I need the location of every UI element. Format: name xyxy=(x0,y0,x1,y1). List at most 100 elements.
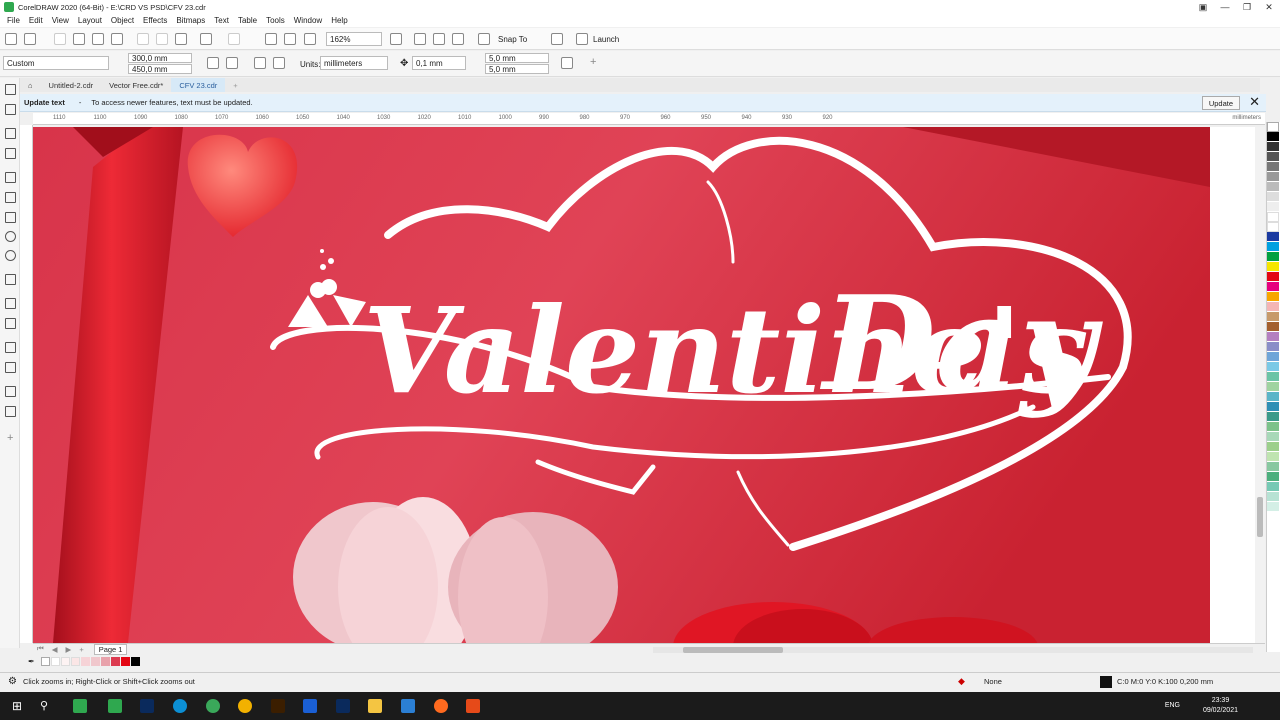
text-tool-icon[interactable] xyxy=(5,274,16,285)
fill-status[interactable]: None xyxy=(984,677,1002,686)
tab-vector-free[interactable]: Vector Free.cdr* xyxy=(101,78,171,92)
print-icon[interactable] xyxy=(111,33,123,45)
cut-icon[interactable] xyxy=(137,33,149,45)
import-icon[interactable] xyxy=(265,33,277,45)
color-palette[interactable] xyxy=(1266,122,1280,652)
menu-help[interactable]: Help xyxy=(331,16,347,25)
ellipse-tool-icon[interactable] xyxy=(5,231,16,242)
app4-icon[interactable] xyxy=(466,699,480,713)
show-rulers-icon[interactable] xyxy=(414,33,426,45)
menu-object[interactable]: Object xyxy=(111,16,134,25)
photoshop2-icon[interactable] xyxy=(336,699,350,713)
snap-icon[interactable] xyxy=(478,33,490,45)
full-screen-icon[interactable] xyxy=(390,33,402,45)
redo-icon[interactable] xyxy=(228,33,240,45)
horizontal-ruler[interactable]: 1110 1100 1090 1080 1070 1060 1050 1040 1030 1020… xyxy=(33,113,1265,125)
save-icon[interactable] xyxy=(54,33,66,45)
color-eyedropper-icon[interactable] xyxy=(5,386,16,397)
portrait-icon[interactable] xyxy=(207,57,219,69)
minimize-button[interactable]: — xyxy=(1214,0,1236,14)
menu-bitmaps[interactable]: Bitmaps xyxy=(176,16,205,25)
all-pages-icon[interactable] xyxy=(254,57,266,69)
home-tab-icon[interactable]: ⌂ xyxy=(20,78,41,92)
chrome-icon[interactable] xyxy=(238,699,252,713)
units-select[interactable]: millimeters xyxy=(320,56,388,70)
add-page-icon[interactable]: + xyxy=(79,645,83,654)
menu-file[interactable]: File xyxy=(7,16,20,25)
duplicate-x-field[interactable]: 5,0 mm xyxy=(485,53,549,63)
menu-edit[interactable]: Edit xyxy=(29,16,43,25)
clock-date[interactable]: 09/02/2021 xyxy=(1203,706,1238,716)
vertical-ruler[interactable] xyxy=(20,125,33,643)
illustrator-icon[interactable] xyxy=(271,699,285,713)
no-color-swatch[interactable] xyxy=(1267,122,1279,132)
corel-app-icon[interactable] xyxy=(108,699,122,713)
publish-pdf-icon[interactable] xyxy=(304,33,316,45)
show-guidelines-icon[interactable] xyxy=(452,33,464,45)
menu-effects[interactable]: Effects xyxy=(143,16,167,25)
page-preset-select[interactable]: Custom xyxy=(3,56,109,70)
update-button[interactable]: Update xyxy=(1201,96,1240,110)
outline-color-swatch[interactable] xyxy=(1100,676,1112,688)
pick-tool-icon[interactable] xyxy=(5,84,16,95)
prev-page-icon[interactable]: ◀ xyxy=(52,645,58,654)
eyedropper-icon[interactable]: ✒ xyxy=(28,657,35,666)
clock-time[interactable]: 23:39 xyxy=(1203,696,1238,706)
restore-button[interactable]: ❐ xyxy=(1236,0,1258,14)
help-icon[interactable]: ▣ xyxy=(1192,0,1214,14)
parallel-dimension-icon[interactable] xyxy=(5,298,16,309)
coreldraw-taskbar-icon[interactable] xyxy=(73,699,87,713)
app2-icon[interactable] xyxy=(303,699,317,713)
no-fill-swatch[interactable] xyxy=(40,656,50,666)
close-button[interactable]: ✕ xyxy=(1258,0,1280,14)
launch-icon[interactable] xyxy=(576,33,588,45)
search-icon[interactable]: ⚲ xyxy=(40,699,54,713)
edge-icon[interactable] xyxy=(173,699,187,713)
new-tab-icon[interactable]: + xyxy=(225,78,245,92)
connector-tool-icon[interactable] xyxy=(5,318,16,329)
menu-view[interactable]: View xyxy=(52,16,69,25)
landscape-icon[interactable] xyxy=(226,57,238,69)
file-explorer-icon[interactable] xyxy=(368,699,382,713)
current-page-icon[interactable] xyxy=(273,57,285,69)
snap-to-dropdown[interactable]: Snap To xyxy=(498,35,527,44)
next-page-icon[interactable]: ▶ xyxy=(66,645,72,654)
cloud-sync-icon[interactable] xyxy=(92,33,104,45)
page-height-field[interactable]: 450,0 mm xyxy=(128,64,192,74)
vertical-scrollbar[interactable] xyxy=(1255,127,1265,643)
customize-tools-icon[interactable]: + xyxy=(7,432,13,444)
drawing-canvas[interactable]: Valentine's Day xyxy=(33,127,1210,643)
app3-icon[interactable] xyxy=(401,699,415,713)
cloud-icon[interactable] xyxy=(73,33,85,45)
polygon-tool-icon[interactable] xyxy=(5,250,16,261)
drop-shadow-icon[interactable] xyxy=(5,342,16,353)
zoom-tool-icon[interactable] xyxy=(5,148,16,159)
start-icon[interactable]: ⊞ xyxy=(12,699,26,713)
zoom-level-field[interactable]: 162% xyxy=(326,32,382,46)
menu-layout[interactable]: Layout xyxy=(78,16,102,25)
photoshop-icon[interactable] xyxy=(140,699,154,713)
horizontal-scrollbar[interactable] xyxy=(653,647,1253,653)
freehand-tool-icon[interactable] xyxy=(5,172,16,183)
copy-icon[interactable] xyxy=(156,33,168,45)
new-document-icon[interactable] xyxy=(5,33,17,45)
menu-window[interactable]: Window xyxy=(294,16,322,25)
menu-table[interactable]: Table xyxy=(238,16,257,25)
transparency-icon[interactable] xyxy=(5,362,16,373)
tab-cfv-23[interactable]: CFV 23.cdr xyxy=(171,78,226,92)
artistic-media-icon[interactable] xyxy=(5,192,16,203)
outline-status[interactable]: C:0 M:0 Y:0 K:100 0,200 mm xyxy=(1117,677,1213,686)
duplicate-y-field[interactable]: 5,0 mm xyxy=(485,64,549,74)
nudge-distance-field[interactable]: 0,1 mm xyxy=(412,56,466,70)
launch-dropdown[interactable]: Launch xyxy=(593,35,619,44)
options-gear-icon[interactable] xyxy=(551,33,563,45)
export-icon[interactable] xyxy=(284,33,296,45)
page-width-field[interactable]: 300,0 mm xyxy=(128,53,192,63)
first-page-icon[interactable]: ⏮ xyxy=(37,644,44,654)
shape-tool-icon[interactable] xyxy=(5,104,16,115)
paste-icon[interactable] xyxy=(175,33,187,45)
tab-untitled-2[interactable]: Untitled-2.cdr xyxy=(41,78,102,92)
add-icon[interactable]: + xyxy=(590,56,596,68)
treat-as-filled-icon[interactable] xyxy=(561,57,573,69)
undo-icon[interactable] xyxy=(200,33,212,45)
